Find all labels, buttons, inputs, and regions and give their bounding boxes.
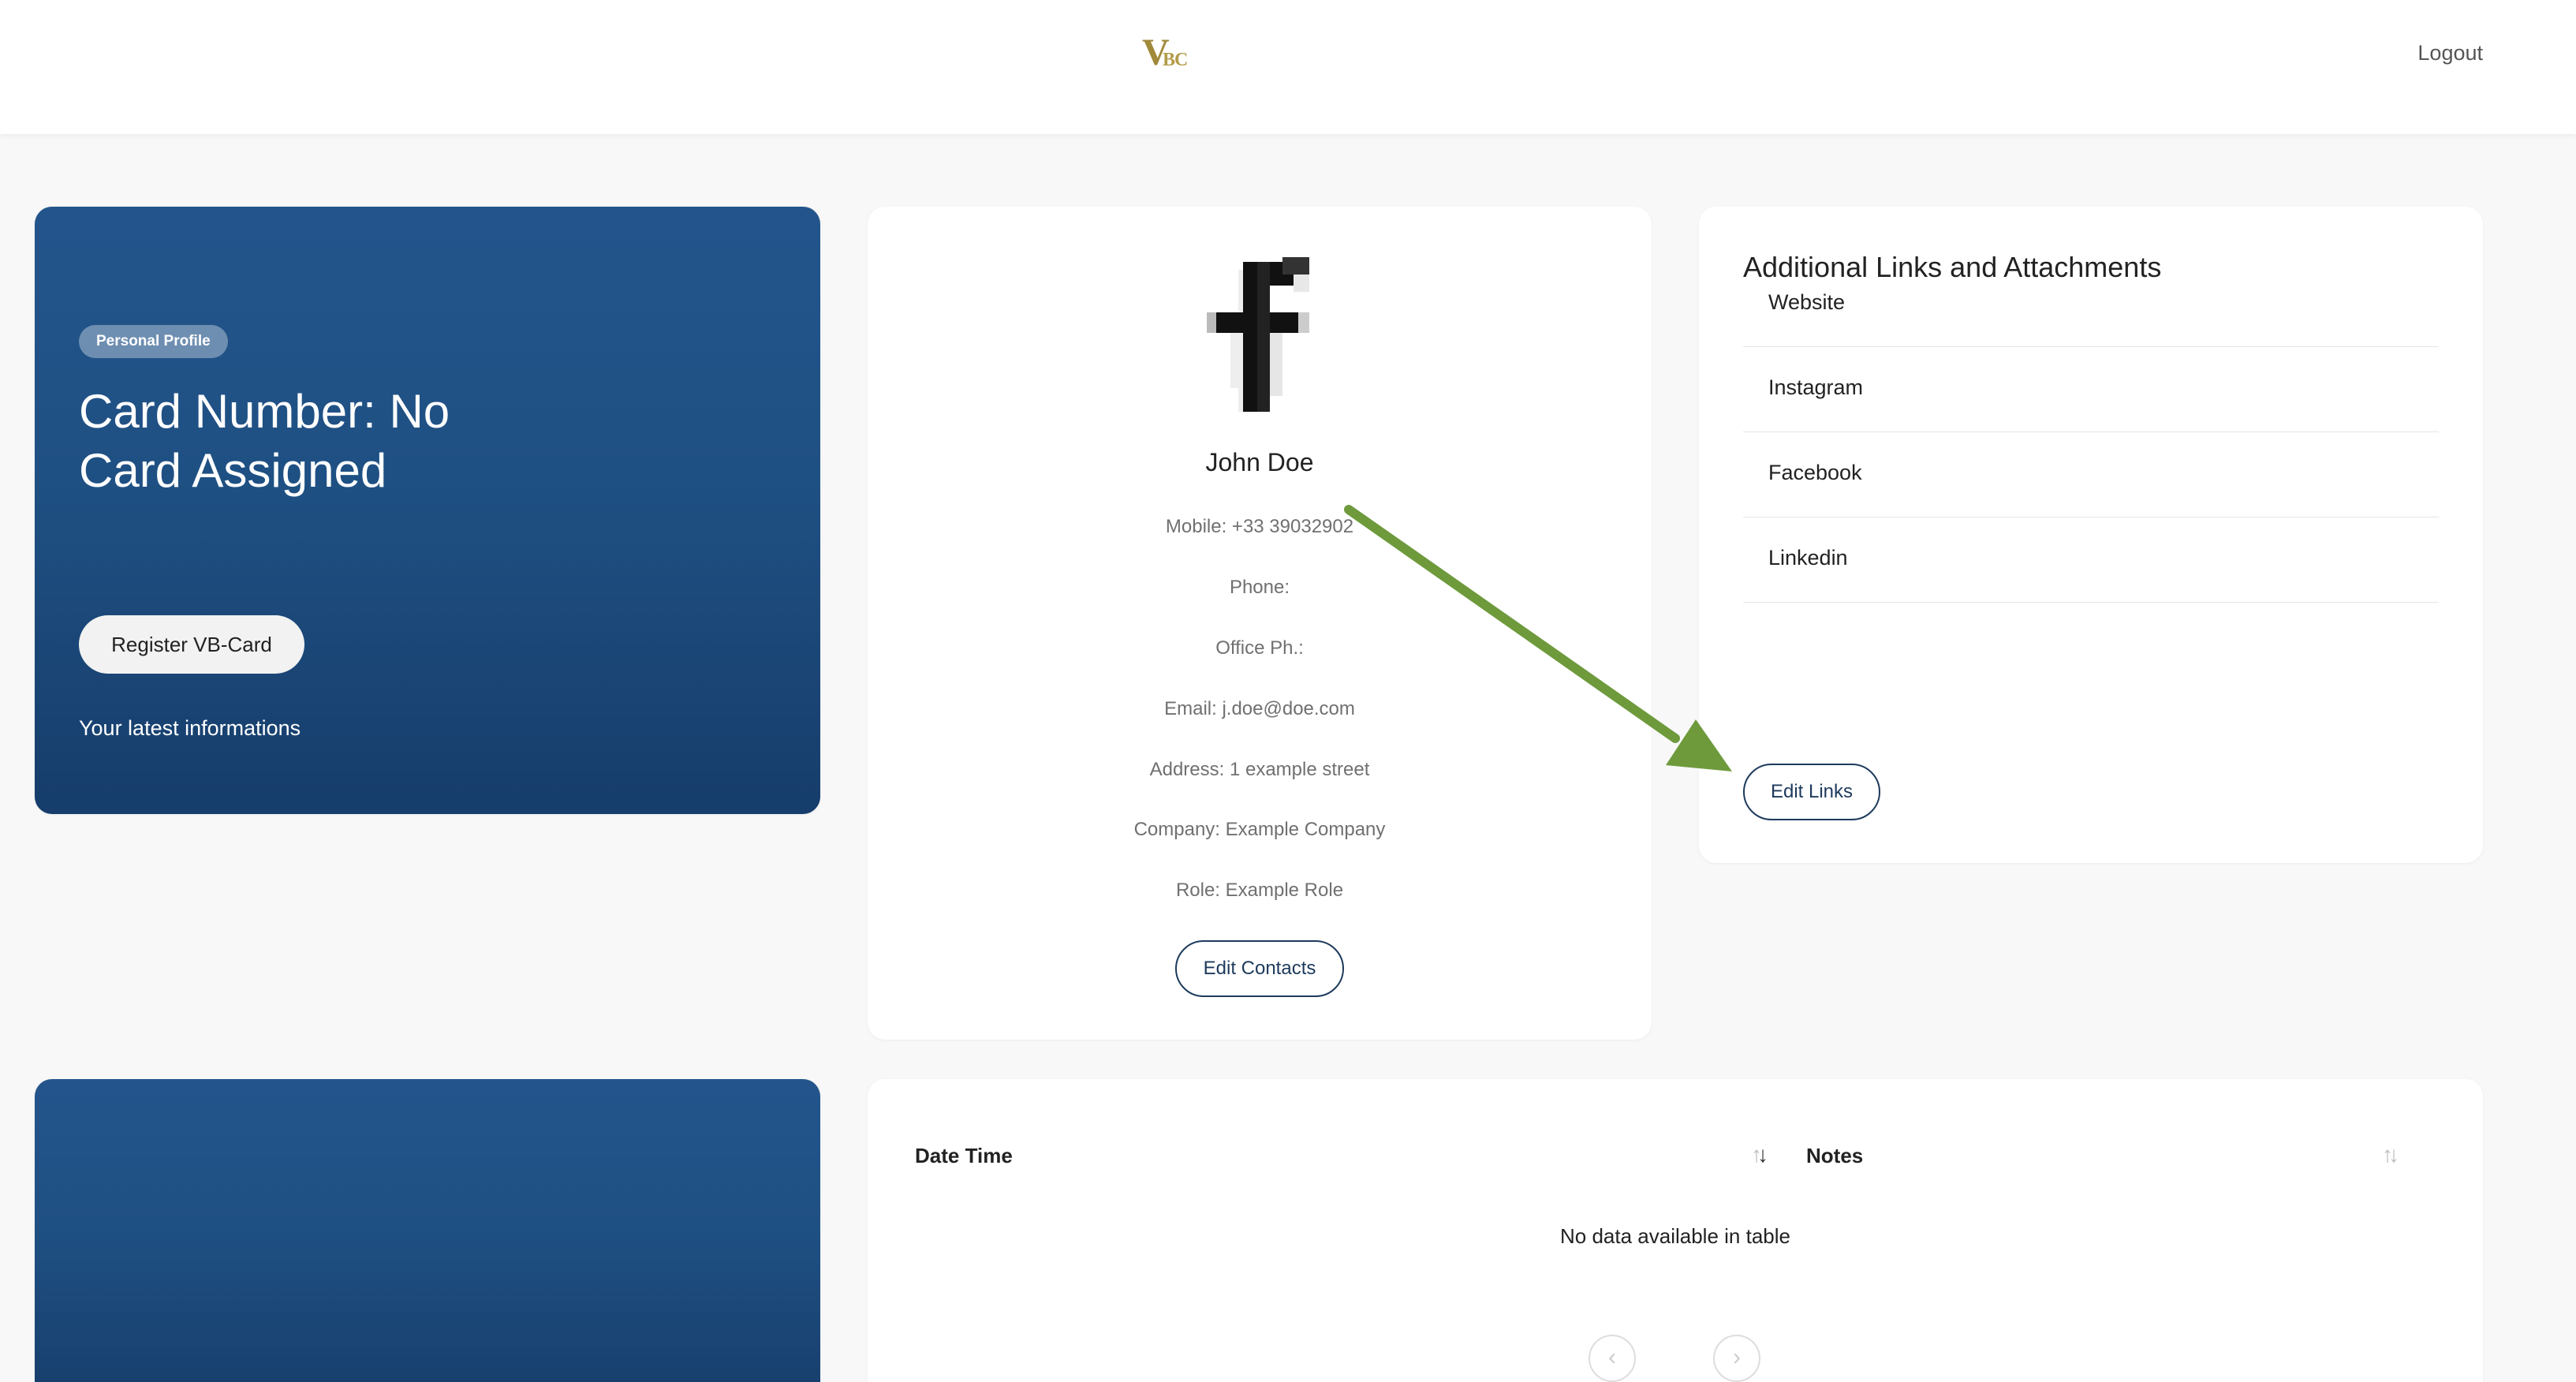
mobile-number: Mobile: +33 39032902 xyxy=(1165,516,1354,537)
column-header-notes[interactable]: Notes xyxy=(1806,1144,1863,1168)
contact-profile-card: John Doe Mobile: +33 39032902 Phone: Off… xyxy=(868,207,1652,1040)
additional-links-card: Additional Links and Attachments Linkedi… xyxy=(1699,207,2483,863)
edit-contacts-button[interactable]: Edit Contacts xyxy=(1175,940,1344,997)
sort-icon[interactable]: ↑↓ xyxy=(1751,1142,1768,1167)
link-label: Facebook xyxy=(1768,461,1862,484)
company-name: Company: Example Company xyxy=(1133,819,1386,840)
logout-link[interactable]: Logout xyxy=(2417,41,2483,65)
chevron-right-icon[interactable]: › xyxy=(1713,1335,1760,1382)
logo-letters-bc: BC xyxy=(1163,50,1188,70)
link-item-instagram[interactable]: Instagram xyxy=(1743,347,2439,432)
card-status-panel: Personal Profile Card Number: No Card As… xyxy=(35,207,820,814)
top-navbar: V BC Logout xyxy=(0,0,2576,134)
job-role: Role: Example Role xyxy=(1175,880,1344,901)
phone-number: Phone: xyxy=(1229,577,1290,598)
vbc-logo[interactable]: V BC xyxy=(1142,34,1189,72)
office-phone: Office Ph.: xyxy=(1215,637,1304,659)
facebook-icon xyxy=(1207,246,1309,412)
sort-icon[interactable]: ↑↓ xyxy=(2382,1142,2399,1167)
chevron-left-icon[interactable]: ‹ xyxy=(1589,1335,1636,1382)
link-item-website[interactable]: Website xyxy=(1743,262,2439,347)
empty-table-message: No data available in table xyxy=(1560,1224,1790,1248)
column-header-date-time[interactable]: Date Time xyxy=(915,1144,1013,1168)
register-vb-card-button[interactable]: Register VB-Card xyxy=(79,615,304,674)
link-label: Website xyxy=(1768,290,1846,314)
secondary-blue-panel xyxy=(35,1079,820,1382)
street-address: Address: 1 example street xyxy=(1149,759,1370,780)
personal-profile-badge: Personal Profile xyxy=(79,325,228,358)
notes-table-card: Date Time ↑↓ Notes ↑↓ No data available … xyxy=(868,1079,2483,1382)
card-number-heading: Card Number: No Card Assigned xyxy=(79,385,450,497)
link-label: Instagram xyxy=(1768,375,1864,399)
contact-name: John Doe xyxy=(1205,448,1314,476)
email-address: Email: j.doe@doe.com xyxy=(1164,698,1355,719)
link-item-linkedin[interactable]: Linkedin xyxy=(1743,517,2439,603)
link-item-facebook[interactable]: Facebook xyxy=(1743,432,2439,517)
link-label: Linkedin xyxy=(1768,546,1848,570)
edit-links-button[interactable]: Edit Links xyxy=(1743,764,1880,820)
latest-informations-label: Your latest informations xyxy=(79,716,301,740)
